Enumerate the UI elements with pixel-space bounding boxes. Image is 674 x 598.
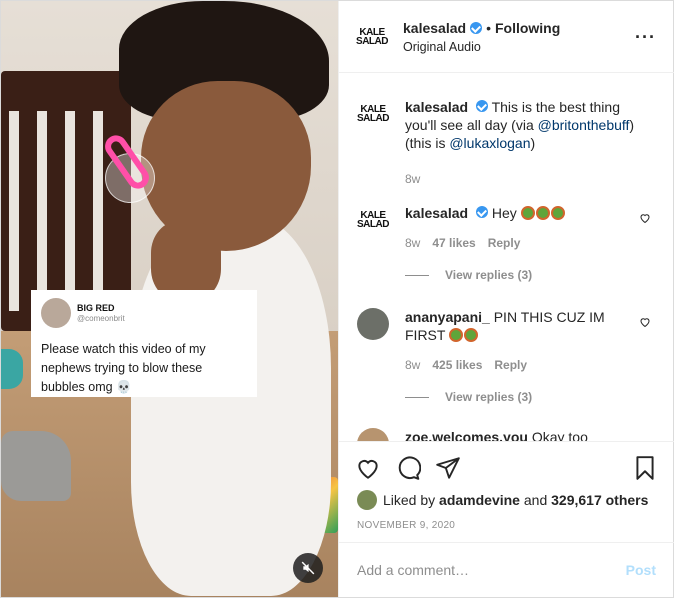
tweet-name: BIG RED	[77, 302, 115, 313]
verified-badge-icon	[475, 206, 488, 218]
comment-text: Okay too	[531, 429, 588, 441]
tweet-overlay: BIG RED @comeonbrit Please watch this vi…	[31, 290, 257, 397]
caption-avatar[interactable]: KALE SALAD	[357, 98, 389, 130]
view-replies-button[interactable]: View replies (3)	[405, 268, 532, 282]
like-heart-icon[interactable]	[355, 455, 381, 481]
more-options-icon[interactable]: ···	[635, 27, 656, 48]
replies-divider-line	[405, 274, 429, 276]
view-replies-label: View replies (3)	[445, 268, 533, 282]
mute-button[interactable]	[293, 553, 323, 583]
comment-like-heart-icon[interactable]	[639, 212, 651, 224]
post-actions: Liked by adamdevine and 329,617 others N…	[339, 441, 674, 553]
comment-text: Hey	[491, 205, 517, 221]
comment-avatar[interactable]	[357, 428, 389, 441]
turtle-emoji-icon	[449, 328, 464, 342]
liked-by-user[interactable]: adamdevine	[439, 492, 520, 508]
following-button[interactable]: Following	[495, 20, 560, 36]
comment-row: ananyapani_ PIN THIS CUZ IM FIRST 8w 425…	[357, 308, 657, 374]
tweet-header: BIG RED @comeonbrit	[41, 296, 247, 330]
instagram-post: BIG RED @comeonbrit Please watch this vi…	[0, 0, 674, 598]
replies-divider-line	[405, 396, 429, 398]
comment-input[interactable]	[357, 562, 626, 578]
tweet-avatar	[41, 298, 71, 328]
comment-row: KALE SALAD kalesalad Hey 8w 47 likes Repl…	[357, 204, 657, 252]
verified-badge-icon	[475, 100, 488, 112]
turtle-emoji-icon	[550, 206, 565, 220]
comment-username[interactable]: kalesalad	[405, 205, 468, 221]
likes-summary[interactable]: Liked by adamdevine and 329,617 others	[357, 490, 648, 510]
comment-username[interactable]: zoe.welcomes.you	[405, 429, 528, 441]
comment-avatar[interactable]: KALE SALAD	[357, 204, 389, 236]
comment-likes[interactable]: 425 likes	[432, 356, 482, 374]
comment-username[interactable]: ananyapani_	[405, 309, 490, 325]
add-comment-bar: Post	[339, 542, 674, 597]
share-paper-plane-icon[interactable]	[435, 455, 461, 481]
comment-time[interactable]: 8w	[405, 234, 420, 252]
save-bookmark-icon[interactable]	[632, 455, 658, 481]
kalesalad-logo[interactable]: KALE SALAD	[356, 22, 388, 52]
verified-badge-icon	[470, 21, 483, 34]
caption-username[interactable]: kalesalad	[405, 99, 468, 115]
tweet-handle: @comeonbrit	[77, 313, 125, 323]
post-side-panel: KALE SALAD kalesalad • Following Original…	[338, 1, 674, 597]
turtle-emoji-icon	[535, 206, 550, 220]
liker-avatar	[357, 490, 377, 510]
comment-bubble-icon[interactable]	[395, 455, 421, 481]
comment-avatar[interactable]	[357, 308, 389, 340]
comment-time[interactable]: 8w	[405, 356, 420, 374]
turtle-emoji-icon	[464, 328, 479, 342]
speaker-muted-icon	[301, 561, 315, 575]
comment-emojis	[520, 205, 566, 221]
tweet-text: Please watch this video of my nephews tr…	[41, 342, 206, 394]
comment-emojis	[449, 327, 479, 343]
comment-likes[interactable]: 47 likes	[432, 234, 475, 252]
header-username[interactable]: kalesalad	[403, 20, 466, 36]
liked-by-count[interactable]: 329,617 others	[551, 492, 648, 508]
audio-label[interactable]: Original Audio	[403, 40, 560, 54]
comment-like-heart-icon[interactable]	[639, 316, 651, 328]
caption-row: KALE SALAD kalesalad This is the best thi…	[357, 98, 657, 188]
reply-button[interactable]: Reply	[488, 234, 521, 252]
caption-time[interactable]: 8w	[405, 170, 420, 188]
liked-by-prefix: Liked by	[383, 492, 436, 508]
video-scene-child-arm	[151, 221, 221, 301]
separator-dot: •	[486, 19, 491, 36]
post-video[interactable]: BIG RED @comeonbrit Please watch this vi…	[1, 1, 338, 597]
post-header: KALE SALAD kalesalad • Following Original…	[339, 1, 674, 73]
reply-button[interactable]: Reply	[494, 356, 527, 374]
mention-britonthebuff[interactable]: @britonthebuff	[538, 117, 630, 133]
caption-text-3: )	[530, 135, 536, 151]
view-replies-button[interactable]: View replies (3)	[405, 390, 532, 404]
video-scene-ball	[1, 349, 23, 389]
video-scene-blanket	[1, 431, 71, 501]
view-replies-label: View replies (3)	[445, 390, 533, 404]
mention-lukaxlogan[interactable]: @lukaxlogan	[449, 135, 530, 151]
turtle-emoji-icon	[520, 206, 535, 220]
comment-row: zoe.welcomes.you Okay too	[357, 428, 657, 441]
post-comment-button[interactable]: Post	[626, 562, 656, 578]
liked-by-mid: and	[523, 492, 548, 508]
comments-list[interactable]: KALE SALAD kalesalad This is the best thi…	[339, 74, 674, 441]
post-date[interactable]: NOVEMBER 9, 2020	[357, 520, 455, 531]
